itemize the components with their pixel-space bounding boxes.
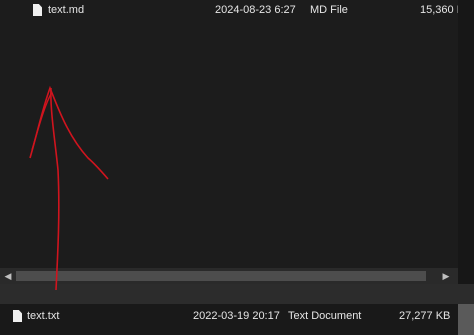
document-icon <box>13 310 22 322</box>
file-type: Text Document <box>288 310 362 322</box>
file-row-text-md[interactable]: text.md 2024-08-23 6:27 MD File 15,360 K <box>0 0 464 20</box>
scrollbar-corner <box>458 304 474 335</box>
file-row-text-txt[interactable]: text.txt 2022-03-19 20:17 Text Document … <box>0 306 458 326</box>
chevron-right-icon[interactable]: ▶ <box>440 270 452 282</box>
file-size: 27,277 KB <box>399 310 451 322</box>
file-name: text.txt <box>27 310 60 322</box>
horizontal-scrollbar[interactable]: ◀ ▶ <box>0 268 458 284</box>
vertical-scrollbar[interactable] <box>458 0 474 284</box>
chevron-left-icon[interactable]: ◀ <box>2 270 14 282</box>
file-date: 2024-08-23 6:27 <box>215 4 296 16</box>
file-type: MD File <box>310 4 348 16</box>
file-list-pane-bottom: text.txt 2022-03-19 20:17 Text Document … <box>0 304 474 335</box>
file-list-pane-top: text.md 2024-08-23 6:27 MD File 15,360 K <box>0 0 464 270</box>
scrollbar-thumb[interactable] <box>16 271 426 281</box>
file-name: text.md <box>48 4 85 16</box>
pane-divider <box>0 284 474 304</box>
file-date: 2022-03-19 20:17 <box>193 310 280 322</box>
document-icon <box>33 4 42 16</box>
